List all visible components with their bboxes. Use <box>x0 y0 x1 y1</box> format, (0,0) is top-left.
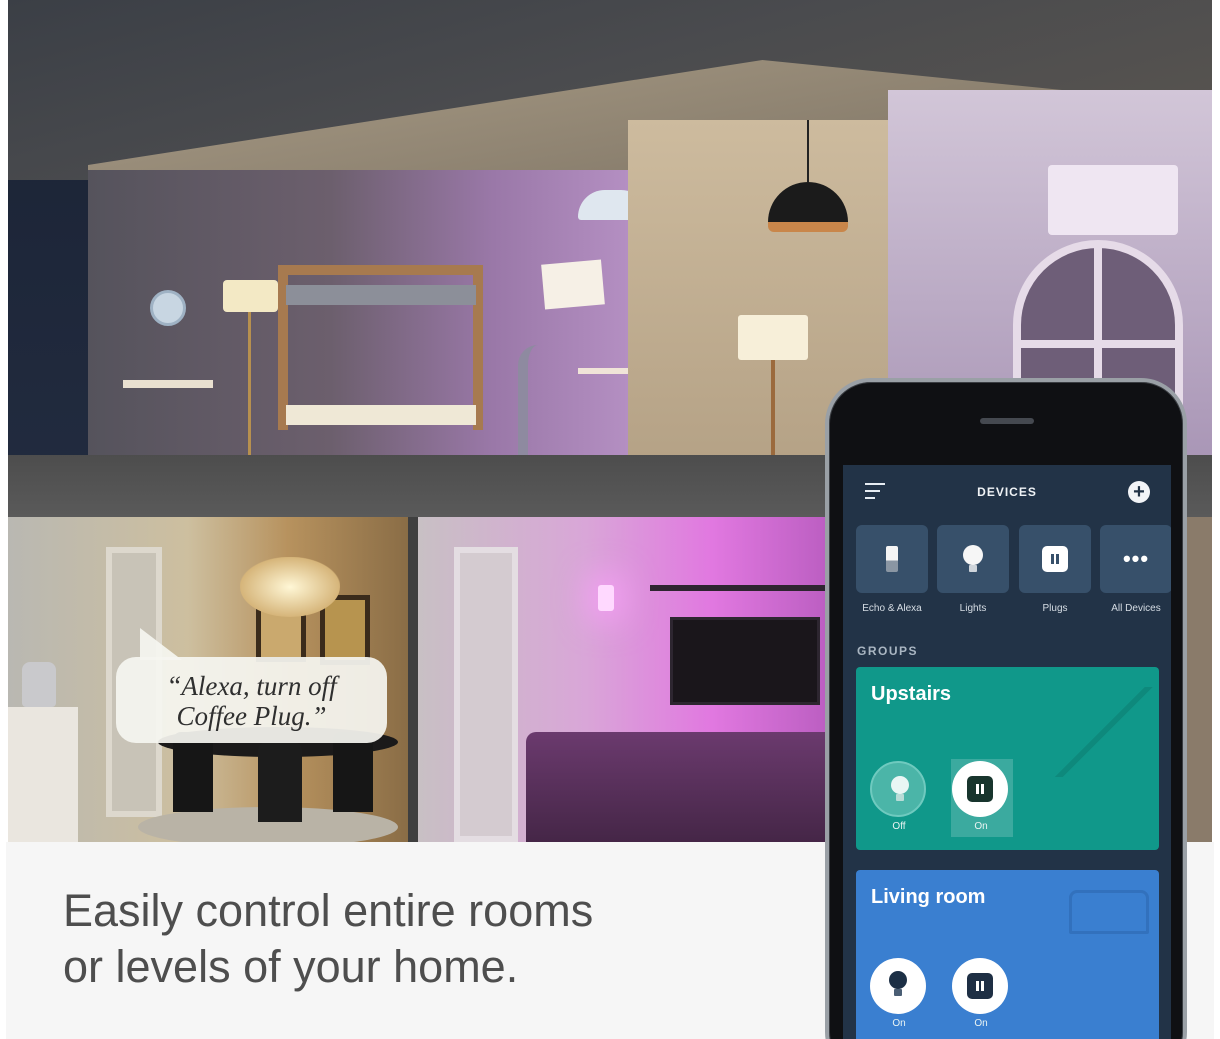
device-toggle[interactable] <box>870 761 926 817</box>
device-categories: Echo & Alexa Lights Plugs ••• All Device… <box>856 525 1171 619</box>
category-label: All Devices <box>1111 603 1161 614</box>
bulb-icon <box>891 776 909 801</box>
dining-chair <box>173 732 213 812</box>
table-lamp <box>738 315 808 360</box>
sofa <box>526 732 838 842</box>
app-header: DEVICES + <box>843 465 1171 521</box>
group-card-upstairs[interactable]: Upstairs Off On <box>856 667 1159 850</box>
top-bunk-mattress <box>286 285 476 305</box>
pendant-lamp-rim <box>768 222 848 232</box>
category-label: Echo & Alexa <box>862 603 922 614</box>
coffee-kettle <box>22 662 56 707</box>
caption-line: or levels of your home. <box>63 941 519 992</box>
wall-divider <box>408 517 418 842</box>
speech-bubble: “Alexa, turn off Coffee Plug.” <box>116 657 387 743</box>
category-tile[interactable] <box>856 525 928 593</box>
page-title: DEVICES <box>977 485 1037 499</box>
plug-icon <box>967 776 993 802</box>
couch-illustration <box>1069 890 1149 934</box>
wall-drawing <box>541 259 605 310</box>
plus-circle-icon[interactable]: + <box>1128 481 1150 503</box>
category-label: Lights <box>959 603 987 614</box>
device-toggle[interactable] <box>870 958 926 1014</box>
phone-speaker <box>980 418 1034 424</box>
device-state: On <box>892 1018 906 1029</box>
groups-heading: GROUPS <box>857 644 919 658</box>
living-door <box>454 547 518 842</box>
kids-desk <box>578 368 628 374</box>
wall-sconce <box>598 585 614 611</box>
group-device-plug[interactable]: On <box>952 958 1010 1034</box>
floor-lamp-pole <box>248 312 251 460</box>
speech-bubble-tail <box>140 628 182 660</box>
bottom-bunk-mattress <box>286 405 476 425</box>
desk-chair <box>518 345 566 455</box>
alexa-app-screen: DEVICES + Echo & Alexa Lights Plugs ••• <box>843 465 1171 1039</box>
category-echo-alexa[interactable]: Echo & Alexa <box>856 525 928 614</box>
kitchen-counter <box>8 707 78 842</box>
bulb-icon <box>963 545 983 572</box>
bulb-icon <box>889 971 907 996</box>
category-all-devices[interactable]: ••• All Devices <box>1100 525 1171 614</box>
category-tile[interactable] <box>1019 525 1091 593</box>
device-state: On <box>974 1018 988 1029</box>
living-room <box>418 517 838 842</box>
speech-line: “Alexa, turn off <box>166 671 337 701</box>
kids-room <box>88 170 628 460</box>
category-label: Plugs <box>1042 603 1068 614</box>
plug-icon <box>1042 546 1068 572</box>
group-name: Upstairs <box>871 683 952 705</box>
device-state: On <box>974 821 988 832</box>
table-lamp-stand <box>771 360 775 460</box>
category-lights[interactable]: Lights <box>937 525 1009 614</box>
pendant-lamp <box>578 190 628 220</box>
side-table <box>123 380 213 388</box>
group-device-plug[interactable]: On <box>952 761 1010 837</box>
category-plugs[interactable]: Plugs <box>1019 525 1091 614</box>
group-device-light[interactable]: Off <box>870 761 928 837</box>
group-name: Living room <box>871 886 986 908</box>
crystal-chandelier <box>240 557 340 617</box>
dining-chair <box>258 742 302 822</box>
floor-lamp-shade <box>223 280 278 312</box>
more-icon: ••• <box>1122 546 1150 571</box>
category-tile[interactable] <box>937 525 1009 593</box>
caption: Easily control entire rooms or levels of… <box>63 883 743 995</box>
wall-shelf <box>650 585 830 591</box>
device-state: Off <box>892 821 906 832</box>
category-tile[interactable]: ••• <box>1100 525 1171 593</box>
device-toggle[interactable] <box>952 958 1008 1014</box>
desk-fan <box>150 290 186 326</box>
pendant-cord <box>807 120 809 182</box>
echo-icon <box>886 546 898 572</box>
device-toggle[interactable] <box>952 761 1008 817</box>
group-device-light[interactable]: On <box>870 958 928 1034</box>
group-card-living-room[interactable]: Living room On On <box>856 870 1159 1039</box>
stairs-illustration <box>1049 687 1159 777</box>
drum-chandelier <box>1048 165 1178 235</box>
caption-line: Easily control entire rooms <box>63 885 594 936</box>
speech-line: Coffee Plug.” <box>176 701 327 731</box>
television <box>670 617 820 705</box>
dining-chair <box>333 732 373 812</box>
plug-icon <box>967 973 993 999</box>
